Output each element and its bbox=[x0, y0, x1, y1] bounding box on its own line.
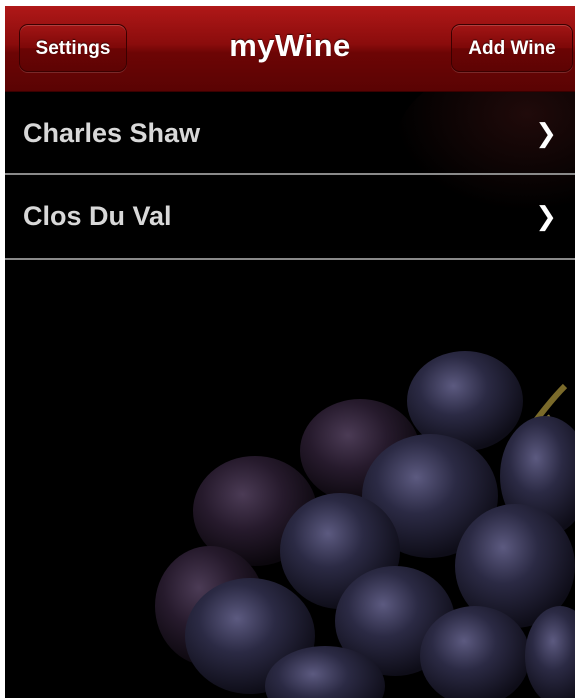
list-item-label: Clos Du Val bbox=[23, 201, 172, 231]
list-item-label: Charles Shaw bbox=[23, 118, 201, 148]
add-wine-button[interactable]: Add Wine bbox=[451, 24, 573, 72]
chevron-right-icon: ❯ bbox=[535, 118, 557, 148]
app-screen: Settings myWine Add Wine Charles Shaw ❯ … bbox=[5, 6, 575, 698]
chevron-right-icon: ❯ bbox=[535, 201, 557, 231]
list-item-charles-shaw[interactable]: Charles Shaw ❯ bbox=[5, 92, 575, 175]
wine-list: Charles Shaw ❯ Clos Du Val ❯ bbox=[5, 92, 575, 260]
navigation-bar: Settings myWine Add Wine bbox=[5, 6, 575, 92]
list-item-clos-du-val[interactable]: Clos Du Val ❯ bbox=[5, 175, 575, 260]
